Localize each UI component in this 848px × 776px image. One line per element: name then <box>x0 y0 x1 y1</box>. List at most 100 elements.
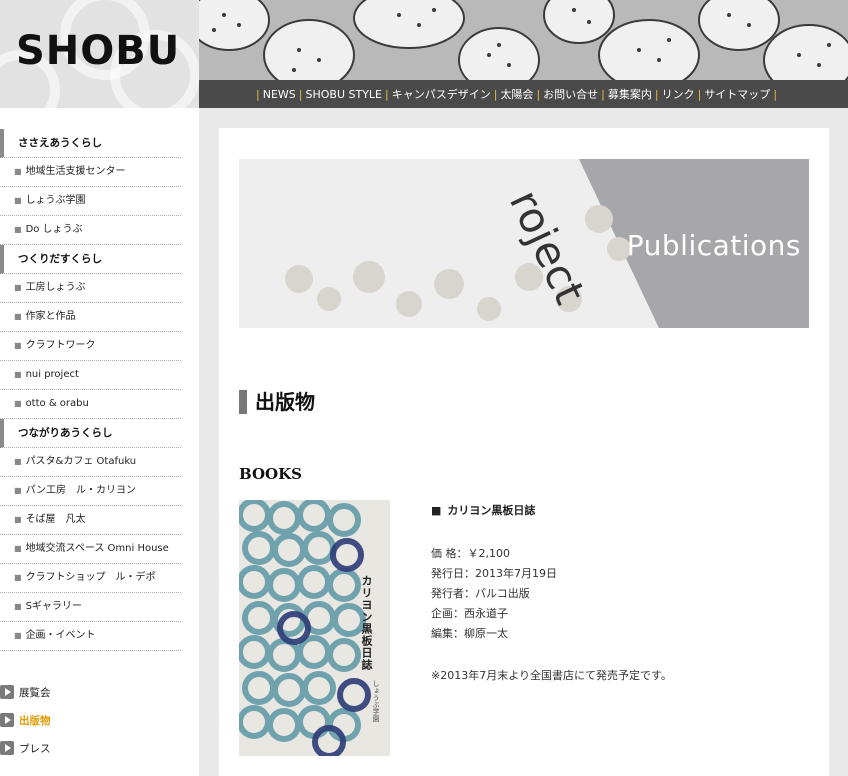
nav-shobu-style[interactable]: SHOBU STYLE <box>305 88 382 101</box>
sidebar-item[interactable]: ■ 作家と作品 <box>0 303 181 332</box>
nav-recruit[interactable]: 募集案内 <box>608 86 652 102</box>
nav-news[interactable]: NEWS <box>263 88 296 101</box>
book-note: ※2013年7月末より全国書店にて発売予定です。 <box>431 669 672 682</box>
page-title: 出版物 <box>239 390 315 414</box>
sidebar-item[interactable]: ■ パスタ&カフェ Otafuku <box>0 448 181 477</box>
sidebar-item-label: そば屋 凡太 <box>25 514 86 525</box>
sidebar-item-label: しょうぶ学園 <box>25 195 86 206</box>
square-bullet-icon: ■ <box>431 504 442 517</box>
sidebar-item-label: otto & orabu <box>25 398 89 409</box>
book-info: ■ カリヨン黒板日誌 価 格：￥2,100 発行日：2013年7月19日 発行者：… <box>431 502 811 686</box>
section-title: BOOKS <box>239 465 302 483</box>
sidebar-item[interactable]: ■ Do しょうぶ <box>0 216 181 245</box>
square-bullet-icon: ■ <box>14 515 22 524</box>
sidebar-item[interactable]: ■ クラフトショップ ル・デポ <box>0 564 181 593</box>
square-bullet-icon: ■ <box>14 399 22 408</box>
sidebar-item-label: Sギャラリー <box>25 601 82 612</box>
square-bullet-icon: ■ <box>14 544 22 553</box>
sidebar-item-label: 作家と作品 <box>25 311 76 322</box>
square-bullet-icon: ■ <box>14 312 22 321</box>
nav-sitemap[interactable]: サイトマップ <box>704 86 770 102</box>
sidebar-item[interactable]: ■ 地域生活支援センター <box>0 158 181 187</box>
main-content: roject Publications 出版物 BOOKS カリヨン黒板日誌 し… <box>219 128 829 776</box>
play-arrow-icon <box>0 741 14 755</box>
header-artwork <box>199 0 848 80</box>
sidebar-category: つくりだすくらし <box>0 245 181 274</box>
book-editor: 編集：柳原一太 <box>431 627 508 640</box>
nav-taiyokai[interactable]: 太陽会 <box>500 86 533 102</box>
book-price: 価 格：￥2,100 <box>431 547 510 560</box>
sidebar-item-label: 地域交流スペース Omni House <box>25 543 169 554</box>
header-pattern <box>199 0 848 80</box>
sidebar: ささえあうくらし ■ 地域生活支援センター ■ しょうぶ学園 ■ Do しょうぶ つく… <box>0 108 199 776</box>
book-release-date: 発行日：2013年7月19日 <box>431 567 557 580</box>
sidebar-item-label: 企画・イベント <box>25 630 96 641</box>
sidebar-link-label: 展覧会 <box>19 686 51 699</box>
sidebar-item[interactable]: ■ 工房しょうぶ <box>0 274 181 303</box>
sidebar-item[interactable]: ■ そば屋 凡太 <box>0 506 181 535</box>
play-arrow-icon <box>0 685 14 699</box>
nav-separator: | <box>654 87 659 101</box>
sidebar-link-publications[interactable]: 出版物 <box>0 706 190 734</box>
sidebar-item-label: 工房しょうぶ <box>25 282 86 293</box>
sidebar-item-label: 地域生活支援センター <box>25 166 126 177</box>
sidebar-item-label: パン工房 ル・カリヨン <box>25 485 137 496</box>
sidebar-item[interactable]: ■ しょうぶ学園 <box>0 187 181 216</box>
sidebar-item-label: パスタ&カフェ Otafuku <box>25 456 137 467</box>
nav-separator: | <box>536 87 541 101</box>
square-bullet-icon: ■ <box>14 457 22 466</box>
nav-separator: | <box>493 87 498 101</box>
sidebar-item[interactable]: ■ 地域交流スペース Omni House <box>0 535 181 564</box>
sidebar-link-exhibitions[interactable]: 展覧会 <box>0 678 190 706</box>
sidebar-item[interactable]: ■ パン工房 ル・カリヨン <box>0 477 181 506</box>
book-cover-image[interactable]: カリヨン黒板日誌 しょうぶ学園 <box>239 500 390 756</box>
publications-banner: roject Publications <box>239 159 809 328</box>
book-planner: 企画：西永道子 <box>431 607 508 620</box>
square-bullet-icon: ■ <box>14 225 22 234</box>
square-bullet-icon: ■ <box>14 167 22 176</box>
sidebar-category: つながりあうくらし <box>0 419 181 448</box>
sidebar-item[interactable]: ■ 企画・イベント <box>0 622 181 651</box>
sidebar-item[interactable]: ■ nui project <box>0 361 181 390</box>
square-bullet-icon: ■ <box>14 341 22 350</box>
sidebar-category: ささえあうくらし <box>0 129 181 158</box>
sidebar-item-label: nui project <box>25 369 79 380</box>
nav-separator: | <box>256 87 260 101</box>
sidebar-item-label: Do しょうぶ <box>25 224 83 235</box>
square-bullet-icon: ■ <box>14 370 22 379</box>
sidebar-item-label: クラフトワーク <box>25 340 96 351</box>
book-name: ■ カリヨン黒板日誌 <box>431 502 811 518</box>
site-logo[interactable]: SHOBU <box>16 28 180 74</box>
sidebar-extra-menu: 展覧会 出版物 プレス <box>0 678 190 762</box>
nav-separator: | <box>697 87 702 101</box>
top-navigation: | NEWS | SHOBU STYLE | キャンパスデザイン | 太陽会 |… <box>199 80 848 108</box>
sidebar-menu: ささえあうくらし ■ 地域生活支援センター ■ しょうぶ学園 ■ Do しょうぶ つく… <box>0 129 181 651</box>
book-cover-title: カリヨン黒板日誌 <box>360 575 373 671</box>
book-publisher: 発行者：パルコ出版 <box>431 587 530 600</box>
play-arrow-icon <box>0 713 14 727</box>
book-cover-publisher: しょうぶ学園 <box>372 680 380 722</box>
square-bullet-icon: ■ <box>14 602 22 611</box>
banner-title: Publications <box>626 229 801 262</box>
logo-area[interactable]: SHOBU <box>0 0 199 110</box>
nav-links[interactable]: リンク <box>662 86 695 102</box>
nav-campus-design[interactable]: キャンパスデザイン <box>392 86 491 102</box>
sidebar-item[interactable]: ■ otto & orabu <box>0 390 181 419</box>
nav-separator: | <box>298 87 303 101</box>
sidebar-link-label: 出版物 <box>19 714 51 727</box>
book-name-text: カリヨン黒板日誌 <box>447 504 536 517</box>
sidebar-item-label: クラフトショップ ル・デポ <box>25 572 156 583</box>
square-bullet-icon: ■ <box>14 486 22 495</box>
sidebar-link-label: プレス <box>19 742 51 755</box>
sidebar-link-press[interactable]: プレス <box>0 734 190 762</box>
square-bullet-icon: ■ <box>14 283 22 292</box>
square-bullet-icon: ■ <box>14 631 22 640</box>
nav-separator: | <box>773 87 778 101</box>
nav-contact[interactable]: お問い合せ <box>543 86 598 102</box>
square-bullet-icon: ■ <box>14 573 22 582</box>
sidebar-item[interactable]: ■ Sギャラリー <box>0 593 181 622</box>
nav-separator: | <box>385 87 389 101</box>
sidebar-item[interactable]: ■ クラフトワーク <box>0 332 181 361</box>
square-bullet-icon: ■ <box>14 196 22 205</box>
nav-separator: | <box>601 87 605 101</box>
